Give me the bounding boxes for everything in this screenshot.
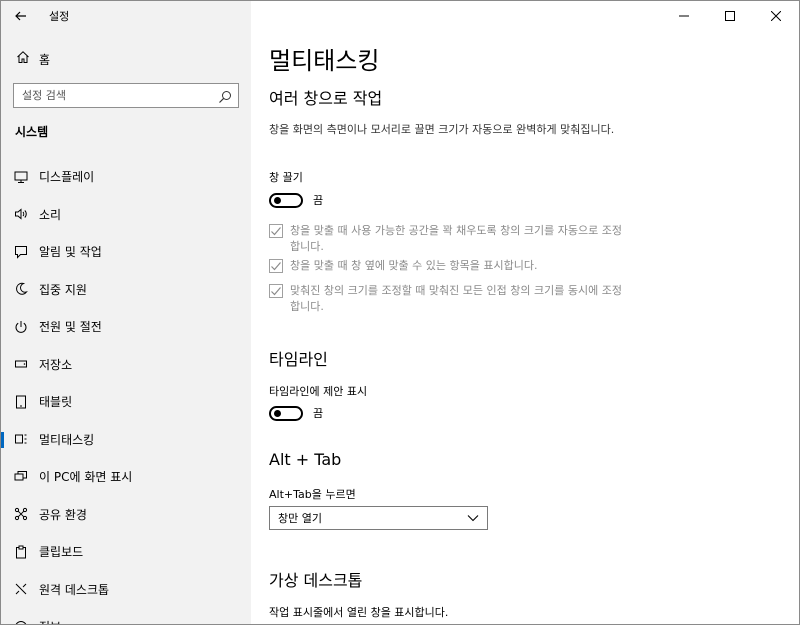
- back-arrow-icon: [15, 11, 26, 21]
- timeline-toggle-row: 끔: [269, 405, 323, 421]
- snap-option-show-suggestions[interactable]: 창을 맞출 때 창 옆에 맞출 수 있는 항목을 표시합니다.: [269, 258, 629, 274]
- home-label: 홈: [39, 52, 51, 67]
- sidebar-item-multitasking[interactable]: 멀티태스킹: [1, 421, 251, 459]
- sidebar-item-label: 디스플레이: [39, 170, 95, 185]
- alttab-select[interactable]: 창만 열기: [269, 506, 488, 530]
- minimize-icon: [679, 15, 689, 17]
- option-label: 맞춰진 창의 크기를 조정할 때 맞춰진 모든 인접 창의 크기를 동시에 조정…: [290, 284, 622, 313]
- sidebar-item-tablet[interactable]: 태블릿: [1, 383, 251, 421]
- share-icon: [13, 506, 29, 522]
- timeline-heading: 타임라인: [269, 350, 328, 369]
- notification-icon: [13, 244, 29, 260]
- home-link[interactable]: 홈: [1, 45, 251, 73]
- sidebar-item-label: 태블릿: [39, 395, 73, 410]
- checkbox[interactable]: [269, 224, 283, 238]
- page-title: 멀티태스킹: [269, 47, 380, 75]
- checkmark-icon: [271, 227, 281, 236]
- back-button[interactable]: [1, 1, 41, 31]
- multitasking-icon: [13, 431, 29, 447]
- settings-window: 설정 홈 시스템 디스플레이 소리: [0, 0, 800, 625]
- sidebar-item-focus-assist[interactable]: 집중 지원: [1, 271, 251, 309]
- main-content: 멀티태스킹 여러 창으로 작업 창을 화면의 측면이나 모서리로 끌면 크기가 …: [251, 1, 799, 624]
- sidebar-item-label: 전원 및 절전: [39, 320, 102, 335]
- snap-option-fill-space[interactable]: 창을 맞출 때 사용 가능한 공간을 꽉 채우도록 창의 크기를 자동으로 조정…: [269, 223, 629, 255]
- sidebar-item-remote-desktop[interactable]: 원격 데스크톱: [1, 571, 251, 609]
- sidebar-item-label: 집중 지원: [39, 282, 87, 297]
- checkmark-icon: [271, 287, 281, 296]
- sidebar-item-project[interactable]: 이 PC에 화면 표시: [1, 458, 251, 496]
- option-label: 창을 맞출 때 창 옆에 맞출 수 있는 항목을 표시합니다.: [290, 259, 538, 272]
- sidebar-item-sound[interactable]: 소리: [1, 196, 251, 234]
- chevron-down-icon: [467, 515, 479, 522]
- moon-icon: [13, 281, 29, 297]
- desktops-label: 작업 표시줄에서 열린 창을 표시합니다.: [269, 606, 449, 619]
- sidebar-item-storage[interactable]: 저장소: [1, 346, 251, 384]
- snap-heading: 여러 창으로 작업: [269, 89, 383, 108]
- info-icon: [13, 619, 29, 624]
- timeline-toggle-label: 타임라인에 제안 표시: [269, 385, 368, 398]
- close-icon: [771, 11, 781, 21]
- window-controls: [661, 1, 799, 31]
- speaker-icon: [13, 206, 29, 222]
- toggle-knob: [274, 410, 281, 417]
- maximize-icon: [725, 11, 735, 21]
- sidebar-item-label: 이 PC에 화면 표시: [39, 470, 133, 485]
- app-title: 설정: [49, 10, 70, 23]
- snap-toggle-row: 끔: [269, 192, 323, 208]
- home-icon: [13, 50, 33, 68]
- snap-option-resize-adjacent[interactable]: 맞춰진 창의 크기를 조정할 때 맞춰진 모든 인접 창의 크기를 동시에 조정…: [269, 283, 629, 315]
- sidebar-item-notifications[interactable]: 알림 및 작업: [1, 233, 251, 271]
- clipboard-icon: [13, 544, 29, 560]
- sidebar-item-power[interactable]: 전원 및 절전: [1, 308, 251, 346]
- sidebar-item-label: 클립보드: [39, 545, 84, 560]
- sidebar-item-shared-experiences[interactable]: 공유 환경: [1, 496, 251, 534]
- search-box[interactable]: [13, 83, 239, 108]
- storage-icon: [13, 356, 29, 372]
- sidebar: 설정 홈 시스템 디스플레이 소리: [1, 1, 251, 624]
- minimize-button[interactable]: [661, 1, 707, 31]
- titlebar: 설정: [1, 1, 251, 31]
- sidebar-item-display[interactable]: 디스플레이: [1, 158, 251, 196]
- sidebar-item-label: 저장소: [39, 357, 73, 372]
- option-label: 창을 맞출 때 사용 가능한 공간을 꽉 채우도록 창의 크기를 자동으로 조정…: [290, 224, 622, 253]
- alttab-select-value: 창만 열기: [278, 512, 322, 525]
- snap-toggle-state: 끔: [313, 194, 324, 207]
- sidebar-nav: 디스플레이 소리 알림 및 작업 집중 지원 전원 및 절전 저장소 태블릿 멀…: [1, 158, 251, 624]
- sidebar-item-label: 멀티태스킹: [39, 432, 95, 447]
- snap-description: 창을 화면의 측면이나 모서리로 끌면 크기가 자동으로 완벽하게 맞춰집니다.: [269, 123, 615, 136]
- checkbox[interactable]: [269, 259, 283, 273]
- monitor-icon: [13, 169, 29, 185]
- maximize-button[interactable]: [707, 1, 753, 31]
- snap-toggle-label: 창 끌기: [269, 171, 303, 184]
- timeline-toggle[interactable]: [269, 405, 303, 421]
- timeline-toggle-state: 끔: [313, 407, 324, 420]
- sidebar-item-label: 소리: [39, 207, 62, 222]
- sidebar-item-label: 공유 환경: [39, 507, 87, 522]
- project-icon: [13, 469, 29, 485]
- tablet-icon: [13, 394, 29, 410]
- alttab-select-label: Alt+Tab을 누르면: [269, 488, 356, 501]
- search-input[interactable]: [22, 89, 218, 102]
- toggle-knob: [274, 197, 281, 204]
- sidebar-item-label: 원격 데스크톱: [39, 582, 110, 597]
- snap-toggle[interactable]: [269, 192, 303, 208]
- section-title: 시스템: [15, 125, 49, 139]
- checkbox[interactable]: [269, 284, 283, 298]
- sidebar-item-label: 알림 및 작업: [39, 245, 102, 260]
- sidebar-item-label: 정보: [39, 618, 61, 624]
- remote-desktop-icon: [13, 581, 29, 597]
- desktops-heading: 가상 데스크톱: [269, 571, 363, 590]
- alttab-heading: Alt + Tab: [269, 450, 342, 469]
- close-button[interactable]: [753, 1, 799, 31]
- power-icon: [13, 319, 29, 335]
- sidebar-item-clipboard[interactable]: 클립보드: [1, 533, 251, 571]
- search-icon[interactable]: [218, 89, 232, 103]
- checkmark-icon: [271, 262, 281, 271]
- sidebar-item-about[interactable]: 정보: [1, 608, 251, 624]
